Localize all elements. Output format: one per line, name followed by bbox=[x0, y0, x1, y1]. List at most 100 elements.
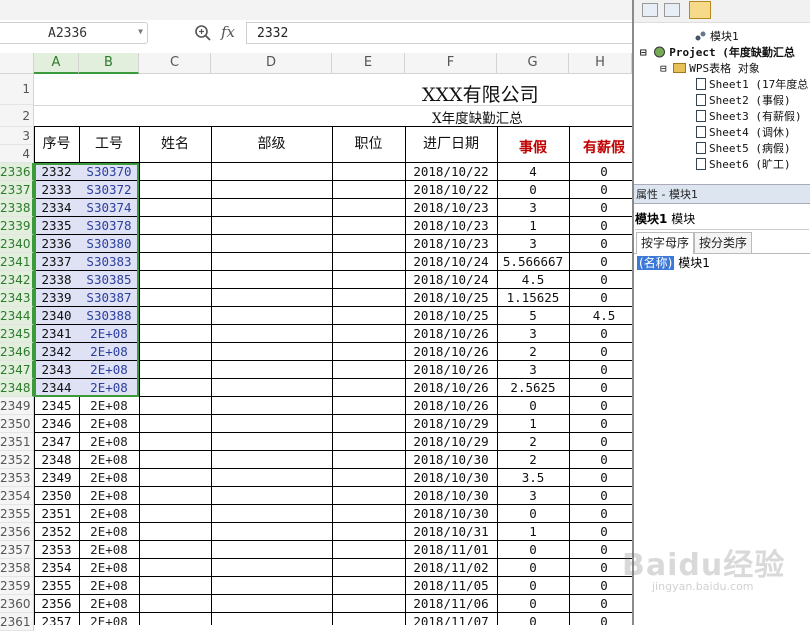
row-header[interactable]: 2351 bbox=[0, 433, 34, 451]
cell-paid[interactable]: 0 bbox=[569, 397, 632, 415]
tree-item-sheet[interactable]: Sheet1 (17年度总 bbox=[696, 76, 808, 92]
cell-personal[interactable]: 3.5 bbox=[497, 469, 569, 487]
cell-seq[interactable]: 2335 bbox=[34, 217, 79, 235]
cell-personal[interactable]: 0 bbox=[497, 559, 569, 577]
cell-empty[interactable] bbox=[332, 253, 405, 271]
row-header[interactable]: 1 bbox=[0, 74, 34, 105]
cell-personal[interactable]: 1 bbox=[497, 217, 569, 235]
cell-personal[interactable]: 2 bbox=[497, 433, 569, 451]
row-header[interactable]: 2341 bbox=[0, 253, 34, 271]
tree-item-sheet[interactable]: Sheet4 (调休) bbox=[696, 124, 791, 140]
cell-empty[interactable] bbox=[332, 235, 405, 253]
cell-seq[interactable]: 2341 bbox=[34, 325, 79, 343]
cell-emp-id[interactable]: S30383 bbox=[79, 253, 139, 271]
cell-seq[interactable]: 2337 bbox=[34, 253, 79, 271]
cell-personal[interactable]: 4 bbox=[497, 163, 569, 181]
cell-date[interactable]: 2018/11/05 bbox=[405, 577, 497, 595]
cell-date[interactable]: 2018/10/22 bbox=[405, 163, 497, 181]
cell-date[interactable]: 2018/10/26 bbox=[405, 397, 497, 415]
cell-empty[interactable] bbox=[332, 469, 405, 487]
cell-empty[interactable] bbox=[139, 451, 211, 469]
cell-empty[interactable] bbox=[139, 415, 211, 433]
cell-date[interactable]: 2018/10/29 bbox=[405, 415, 497, 433]
cell-personal[interactable]: 1 bbox=[497, 523, 569, 541]
row-header[interactable]: 2345 bbox=[0, 325, 34, 343]
row-header[interactable]: 2352 bbox=[0, 451, 34, 469]
tree-item-sheet[interactable]: Sheet3 (有薪假) bbox=[696, 108, 802, 124]
row-header[interactable]: 2358 bbox=[0, 559, 34, 577]
cell-empty[interactable] bbox=[332, 361, 405, 379]
cell-paid[interactable]: 0 bbox=[569, 379, 632, 397]
row-header[interactable]: 4 bbox=[0, 145, 34, 163]
cell-paid[interactable]: 0 bbox=[569, 343, 632, 361]
cell-seq[interactable]: 2356 bbox=[34, 595, 79, 613]
cell-empty[interactable] bbox=[139, 271, 211, 289]
cell-empty[interactable] bbox=[211, 415, 332, 433]
cell-empty[interactable] bbox=[332, 307, 405, 325]
cell-empty[interactable] bbox=[139, 487, 211, 505]
cell-empty[interactable] bbox=[211, 253, 332, 271]
cell-empty[interactable] bbox=[332, 451, 405, 469]
cell-date[interactable]: 2018/10/31 bbox=[405, 523, 497, 541]
row-header[interactable]: 2348 bbox=[0, 379, 34, 397]
row-header[interactable]: 2353 bbox=[0, 469, 34, 487]
row-header[interactable]: 2339 bbox=[0, 217, 34, 235]
cell-empty[interactable] bbox=[211, 325, 332, 343]
cell-empty[interactable] bbox=[211, 397, 332, 415]
cell-empty[interactable] bbox=[211, 199, 332, 217]
tree-item-sheet[interactable]: Sheet5 (病假) bbox=[696, 140, 791, 156]
cell-paid[interactable]: 0 bbox=[569, 217, 632, 235]
cell-emp-id[interactable]: S30385 bbox=[79, 271, 139, 289]
cell-date[interactable]: 2018/10/30 bbox=[405, 487, 497, 505]
cell-empty[interactable] bbox=[139, 541, 211, 559]
select-all-corner[interactable] bbox=[0, 53, 34, 74]
cell-date[interactable]: 2018/10/30 bbox=[405, 505, 497, 523]
cell-empty[interactable] bbox=[139, 469, 211, 487]
cell-personal[interactable]: 3 bbox=[497, 235, 569, 253]
cell-empty[interactable] bbox=[139, 253, 211, 271]
cell-paid[interactable]: 0 bbox=[569, 271, 632, 289]
row-header[interactable]: 2338 bbox=[0, 199, 34, 217]
cell-paid[interactable]: 0 bbox=[569, 505, 632, 523]
cell-seq[interactable]: 2353 bbox=[34, 541, 79, 559]
header-paid-leave[interactable]: 有薪假 bbox=[569, 134, 632, 162]
cell-empty[interactable] bbox=[211, 505, 332, 523]
cell-emp-id[interactable]: 2E+08 bbox=[79, 325, 139, 343]
cell-empty[interactable] bbox=[211, 235, 332, 253]
chevron-down-icon[interactable]: ▼ bbox=[138, 27, 143, 36]
cell-personal[interactable]: 0 bbox=[497, 181, 569, 199]
cell-empty[interactable] bbox=[211, 469, 332, 487]
cell-paid[interactable]: 0 bbox=[569, 433, 632, 451]
header-name[interactable]: 姓名 bbox=[139, 127, 211, 162]
cell-empty[interactable] bbox=[211, 595, 332, 613]
cell-empty[interactable] bbox=[332, 595, 405, 613]
row-header[interactable]: 2336 bbox=[0, 163, 34, 181]
zoom-icon[interactable] bbox=[194, 24, 212, 42]
cell-empty[interactable] bbox=[211, 289, 332, 307]
cell-paid[interactable]: 0 bbox=[569, 199, 632, 217]
cell-seq[interactable]: 2342 bbox=[34, 343, 79, 361]
cell-empty[interactable] bbox=[332, 181, 405, 199]
cell-date[interactable]: 2018/10/29 bbox=[405, 433, 497, 451]
cell-empty[interactable] bbox=[139, 235, 211, 253]
row-header[interactable]: 2340 bbox=[0, 235, 34, 253]
cell-emp-id[interactable]: 2E+08 bbox=[79, 433, 139, 451]
name-box[interactable]: A2336 ▼ bbox=[0, 22, 148, 44]
cell-seq[interactable]: 2357 bbox=[34, 613, 79, 625]
cell-empty[interactable] bbox=[211, 433, 332, 451]
cell-date[interactable]: 2018/10/26 bbox=[405, 325, 497, 343]
cell-emp-id[interactable]: S30374 bbox=[79, 199, 139, 217]
column-header-g[interactable]: G bbox=[497, 53, 569, 74]
cell-emp-id[interactable]: 2E+08 bbox=[79, 379, 139, 397]
cell-seq[interactable]: 2346 bbox=[34, 415, 79, 433]
cell-date[interactable]: 2018/10/23 bbox=[405, 199, 497, 217]
cell-emp-id[interactable]: 2E+08 bbox=[79, 613, 139, 625]
cell-date[interactable]: 2018/10/24 bbox=[405, 253, 497, 271]
cell-paid[interactable]: 0 bbox=[569, 613, 632, 625]
row-header[interactable]: 2347 bbox=[0, 361, 34, 379]
cell-personal[interactable]: 0 bbox=[497, 397, 569, 415]
cell-seq[interactable]: 2340 bbox=[34, 307, 79, 325]
column-header-b[interactable]: B bbox=[79, 53, 139, 74]
cell-empty[interactable] bbox=[139, 523, 211, 541]
cell-empty[interactable] bbox=[332, 343, 405, 361]
